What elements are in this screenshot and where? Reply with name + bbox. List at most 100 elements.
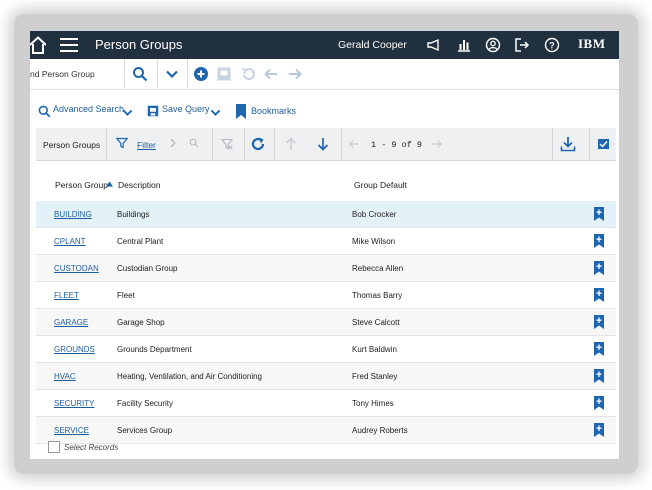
add-bookmark-icon[interactable]	[594, 207, 604, 221]
new-record-icon[interactable]	[193, 66, 209, 82]
select-records-label[interactable]: Select Records	[64, 443, 118, 452]
table-row[interactable]: BUILDING Buildings Bob Crocker	[36, 201, 616, 228]
toolbar-divider	[244, 128, 245, 160]
person-group-link[interactable]: CUSTODAN	[54, 264, 99, 273]
add-bookmark-icon[interactable]	[594, 288, 604, 302]
query-bar: Advanced Search Save Query Bookmarks	[30, 97, 619, 125]
previous-record-icon[interactable]	[263, 66, 279, 82]
column-header-group-default[interactable]: Group Default	[354, 180, 407, 190]
description-cell: Buildings	[117, 210, 150, 219]
table-search-icon[interactable]	[189, 138, 199, 148]
add-bookmark-icon[interactable]	[594, 423, 604, 437]
toolbar-divider	[589, 128, 590, 160]
add-bookmark-icon[interactable]	[594, 261, 604, 275]
save-query-chevron-down-icon[interactable]	[210, 107, 221, 118]
description-cell: Fleet	[117, 291, 135, 300]
top-navigation-bar: Person Groups Gerald Cooper ? IBM	[30, 31, 619, 59]
description-cell: Services Group	[117, 426, 173, 435]
table-row[interactable]: SECURITY Facility Security Tony Himes	[36, 390, 616, 417]
previous-page-icon[interactable]	[348, 138, 360, 150]
table-row[interactable]: GARAGE Garage Shop Steve Calcott	[36, 309, 616, 336]
bookmark-icon[interactable]	[236, 104, 246, 119]
table-row[interactable]: CUSTODAN Custodian Group Rebecca Allen	[36, 255, 616, 282]
save-query-icon[interactable]	[147, 105, 159, 117]
table-row[interactable]: GROUNDS Grounds Department Kurt Baldwin	[36, 336, 616, 363]
refresh-icon[interactable]	[250, 136, 266, 152]
toolbar-divider	[274, 128, 275, 160]
table-toolbar: Person Groups Filter 1 - 9 of 9	[36, 128, 616, 161]
toolbar-divider	[552, 128, 553, 160]
add-bookmark-icon[interactable]	[594, 369, 604, 383]
ibm-logo: IBM	[578, 36, 606, 51]
person-group-link[interactable]: BUILDING	[54, 210, 92, 219]
filter-icon[interactable]	[116, 137, 128, 149]
logout-icon[interactable]	[514, 37, 530, 53]
find-options-dropdown[interactable]	[157, 59, 188, 89]
table-footer: Select Records	[36, 436, 616, 459]
download-icon[interactable]	[560, 136, 576, 152]
column-header-description[interactable]: Description	[118, 180, 161, 190]
pagination-status: 1 - 9 of 9	[371, 140, 423, 150]
chevron-right-icon[interactable]	[168, 138, 178, 148]
group-default-cell: Thomas Barry	[352, 291, 403, 300]
save-query-link[interactable]: Save Query	[162, 104, 210, 114]
add-bookmark-icon[interactable]	[594, 342, 604, 356]
person-group-link[interactable]: CPLANT	[54, 237, 86, 246]
add-bookmark-icon[interactable]	[594, 315, 604, 329]
group-default-cell: Mike Wilson	[352, 237, 396, 246]
user-profile-icon[interactable]	[485, 37, 501, 53]
description-cell: Heating, Ventilation, and Air Conditioni…	[117, 372, 262, 381]
person-group-link[interactable]: GARAGE	[54, 318, 88, 327]
table-settings-icon[interactable]	[598, 139, 609, 149]
table-title: Person Groups	[43, 140, 101, 150]
undo-icon[interactable]	[240, 66, 256, 82]
person-group-link[interactable]: SERVICE	[54, 426, 89, 435]
sort-ascending-icon[interactable]	[106, 181, 113, 187]
bookmarks-link[interactable]: Bookmarks	[251, 106, 296, 116]
home-icon[interactable]	[30, 36, 46, 54]
select-records-checkbox[interactable]	[48, 441, 60, 453]
search-icon	[133, 67, 148, 82]
chevron-down-icon	[166, 70, 178, 79]
app-title: Person Groups	[95, 37, 183, 52]
next-page-icon[interactable]	[431, 138, 443, 150]
hamburger-menu-icon[interactable]	[60, 38, 78, 53]
description-cell: Grounds Department	[117, 345, 192, 354]
search-button[interactable]	[124, 59, 158, 89]
arrow-up-icon[interactable]	[285, 137, 297, 151]
reports-chart-icon[interactable]	[456, 37, 472, 53]
filter-link[interactable]: Filter	[137, 140, 156, 150]
table-row[interactable]: CPLANT Central Plant Mike Wilson	[36, 228, 616, 255]
person-group-link[interactable]: SECURITY	[54, 399, 94, 408]
description-cell: Custodian Group	[117, 264, 178, 273]
table-row[interactable]: FLEET Fleet Thomas Barry	[36, 282, 616, 309]
person-group-link[interactable]: HVAC	[54, 372, 76, 381]
group-default-cell: Kurt Baldwin	[352, 345, 397, 354]
next-record-icon[interactable]	[287, 66, 303, 82]
find-person-group-input[interactable]	[30, 66, 122, 81]
column-header-person-group[interactable]: Person Group	[55, 180, 108, 190]
group-default-cell: Bob Crocker	[352, 210, 397, 219]
add-bookmark-icon[interactable]	[594, 234, 604, 248]
description-cell: Central Plant	[117, 237, 164, 246]
group-default-cell: Tony Himes	[352, 399, 394, 408]
svg-text:?: ?	[549, 41, 555, 51]
person-group-link[interactable]: FLEET	[54, 291, 79, 300]
table-row[interactable]: HVAC Heating, Ventilation, and Air Condi…	[36, 363, 616, 390]
person-group-link[interactable]: GROUNDS	[54, 345, 95, 354]
add-bookmark-icon[interactable]	[594, 396, 604, 410]
advanced-search-chevron-down-icon[interactable]	[122, 107, 133, 118]
group-default-cell: Rebecca Allen	[352, 264, 404, 273]
help-icon[interactable]: ?	[544, 37, 560, 53]
clear-filter-icon[interactable]	[221, 138, 233, 150]
megaphone-icon[interactable]	[426, 37, 442, 53]
advanced-search-link[interactable]: Advanced Search	[53, 104, 124, 114]
group-default-cell: Fred Stanley	[352, 372, 398, 381]
group-default-cell: Audrey Roberts	[352, 426, 408, 435]
group-default-cell: Steve Calcott	[352, 318, 400, 327]
description-cell: Garage Shop	[117, 318, 165, 327]
advanced-search-icon[interactable]	[38, 105, 51, 118]
app-window: Person Groups Gerald Cooper ? IBM nd Per…	[30, 31, 619, 459]
save-record-icon[interactable]	[216, 66, 232, 82]
arrow-down-icon[interactable]	[317, 137, 329, 151]
